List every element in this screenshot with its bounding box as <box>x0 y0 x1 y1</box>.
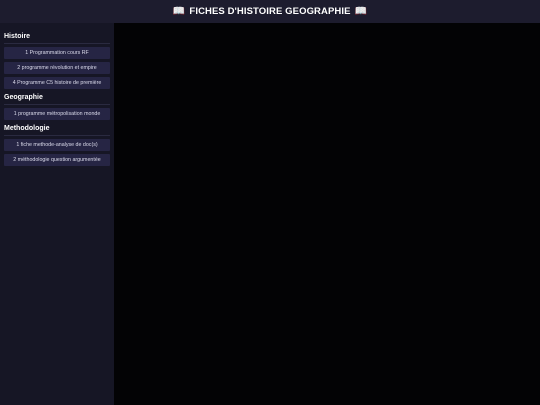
nav-item-revolution-et-empire[interactable]: 2 programme révolution et empire <box>4 62 110 74</box>
nav-item-analyse-de-docs[interactable]: 1 fiche methode-analyse de doc(s) <box>4 139 110 151</box>
section-title-methodologie: Methodologie <box>4 125 110 136</box>
open-book-icon: 📖 <box>354 5 368 17</box>
section-title-histoire: Histoire <box>4 33 110 44</box>
page-header: 📖 FICHES D'HISTOIRE GEOGRAPHIE 📖 <box>0 0 540 23</box>
open-book-icon: 📖 <box>172 5 186 17</box>
sidebar-section-histoire: Histoire 1 Programmation cours RF 2 prog… <box>4 33 110 89</box>
nav-item-histoire-de-premiere[interactable]: 4 Programme C5 histoire de première <box>4 77 110 89</box>
sidebar-section-methodologie: Methodologie 1 fiche methode-analyse de … <box>4 125 110 166</box>
nav-item-metropolisation-monde[interactable]: 1 programme métropolisation monde <box>4 108 110 120</box>
nav-item-question-argumentee[interactable]: 2 méthodologie question argumentée <box>4 154 110 166</box>
content-area <box>114 23 540 405</box>
section-title-geographie: Geographie <box>4 94 110 105</box>
page-title: FICHES D'HISTOIRE GEOGRAPHIE <box>189 6 351 17</box>
nav-item-programmation-cours-rf[interactable]: 1 Programmation cours RF <box>4 47 110 59</box>
sidebar: Histoire 1 Programmation cours RF 2 prog… <box>0 23 114 405</box>
sidebar-section-geographie: Geographie 1 programme métropolisation m… <box>4 94 110 120</box>
